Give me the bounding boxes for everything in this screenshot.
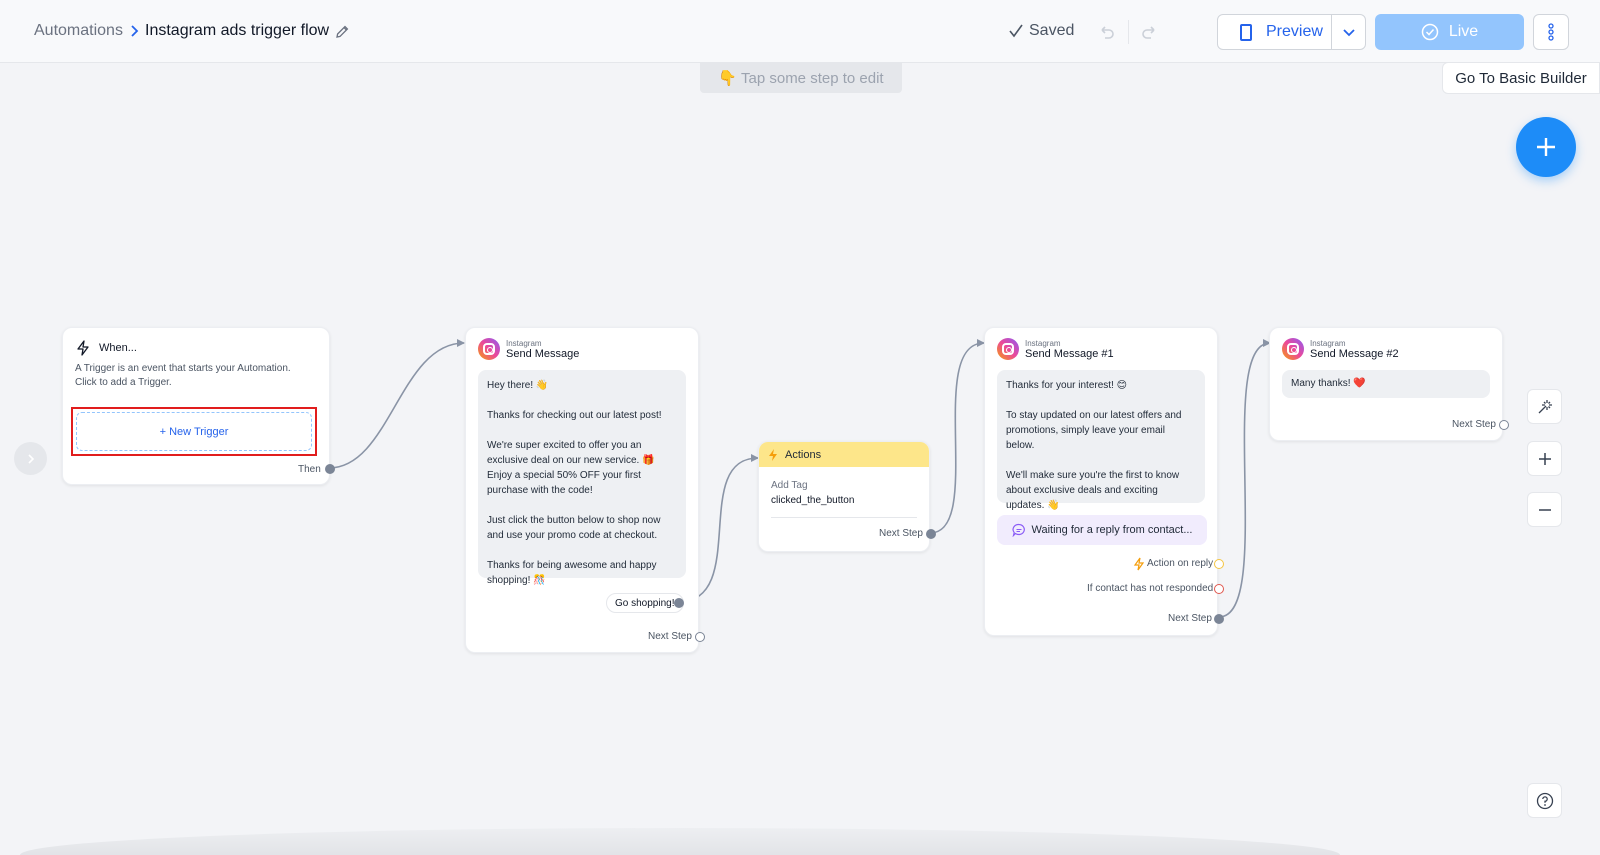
- action-value: clicked_the_button: [771, 495, 855, 506]
- actions-title: Actions: [785, 448, 822, 461]
- next-step-port[interactable]: [1499, 420, 1509, 430]
- lightning-icon: [77, 340, 89, 356]
- help-button[interactable]: [1527, 783, 1562, 818]
- action-on-reply-port[interactable]: [1214, 559, 1224, 569]
- chevron-right-icon: [27, 453, 34, 464]
- then-port[interactable]: [325, 464, 335, 474]
- divider: [771, 517, 917, 518]
- new-trigger-highlight: + New Trigger: [71, 407, 317, 456]
- more-options-button[interactable]: [1533, 14, 1569, 50]
- check-icon: [1009, 24, 1023, 38]
- preview-label: Preview: [1266, 23, 1323, 40]
- help-icon: [1536, 792, 1553, 809]
- next-step-label: Next Step: [879, 528, 923, 539]
- breadcrumb-automations[interactable]: Automations: [34, 22, 123, 40]
- actions-header: Actions: [759, 442, 929, 467]
- canvas-bottom-shade: [20, 828, 1340, 855]
- live-button[interactable]: Live: [1375, 14, 1524, 50]
- go-shopping-button[interactable]: Go shopping!: [606, 593, 684, 613]
- toolbar-divider: [1128, 20, 1129, 44]
- add-step-button[interactable]: [1516, 117, 1576, 177]
- live-label: Live: [1448, 23, 1479, 40]
- connection-actions-to-msg1: [929, 342, 985, 534]
- action-on-reply-label: Action on reply: [1147, 558, 1214, 569]
- action-type: Add Tag: [771, 480, 808, 491]
- preview-dropdown-button[interactable]: [1331, 15, 1366, 49]
- next-step-label: Next Step: [648, 631, 692, 642]
- go-to-basic-builder-button[interactable]: Go To Basic Builder: [1442, 62, 1600, 94]
- auto-arrange-button[interactable]: [1527, 389, 1562, 424]
- top-bar: Automations Instagram ads trigger flow S…: [0, 0, 1600, 63]
- sidebar-expand-button[interactable]: [14, 442, 47, 475]
- node-title: Send Message #2: [1310, 347, 1399, 360]
- channel-label: Instagram: [1025, 338, 1061, 348]
- minus-icon: [1538, 508, 1551, 511]
- new-trigger-button[interactable]: + New Trigger: [76, 412, 312, 451]
- undo-icon[interactable]: [1096, 22, 1116, 42]
- not-responded-port[interactable]: [1214, 584, 1224, 594]
- magic-wand-icon: [1538, 399, 1552, 413]
- flow-title: Instagram ads trigger flow: [145, 22, 330, 39]
- phone-icon: [1240, 23, 1252, 41]
- send-message-1-node[interactable]: Instagram Send Message #1 Thanks for you…: [984, 327, 1224, 636]
- preview-button[interactable]: Preview: [1218, 15, 1331, 49]
- pencil-icon[interactable]: [334, 24, 350, 40]
- next-step-label: Next Step: [1168, 613, 1212, 624]
- zoom-out-button[interactable]: [1527, 492, 1562, 527]
- message-bubble: Hey there! 👋 Thanks for checking out our…: [478, 370, 686, 586]
- message-bubble: Thanks for your interest! 😊 To stay upda…: [997, 370, 1205, 511]
- node-title: Send Message #1: [1025, 347, 1114, 360]
- plus-icon: [1537, 138, 1555, 156]
- kebab-menu-icon: [1548, 23, 1554, 41]
- redo-icon[interactable]: [1140, 22, 1160, 42]
- channel-label: Instagram: [506, 338, 542, 348]
- chat-bubble-icon: [1011, 523, 1025, 537]
- waiting-reply-indicator: Waiting for a reply from contact...: [997, 515, 1207, 545]
- trigger-node[interactable]: When... A Trigger is an event that start…: [62, 327, 335, 485]
- chevron-right-icon: [131, 25, 139, 37]
- preview-button-group: Preview: [1217, 14, 1366, 50]
- next-step-port[interactable]: [926, 529, 936, 539]
- lightning-icon: [769, 448, 777, 461]
- waiting-label: Waiting for a reply from contact...: [1031, 524, 1193, 536]
- trigger-description: A Trigger is an event that starts your A…: [75, 363, 291, 388]
- arrow-head: [457, 339, 465, 347]
- saved-status: Saved: [1029, 22, 1075, 39]
- zoom-in-button[interactable]: [1527, 441, 1562, 476]
- send-message-node[interactable]: Instagram Send Message Hey there! 👋 Than…: [465, 327, 705, 653]
- next-step-port[interactable]: [695, 632, 705, 642]
- button-port[interactable]: [674, 598, 684, 608]
- instagram-icon: [997, 338, 1019, 360]
- instagram-icon: [478, 338, 500, 360]
- node-title: Send Message: [506, 347, 580, 360]
- instagram-icon: [1282, 338, 1304, 360]
- connection-msg1-to-msg2: [1218, 342, 1271, 618]
- send-message-2-node[interactable]: Instagram Send Message #2 Many thanks! ❤…: [1269, 327, 1509, 441]
- connection-trigger-to-send: [328, 342, 465, 469]
- plus-icon: [1538, 452, 1551, 465]
- then-label: Then: [298, 464, 321, 475]
- not-responded-label: If contact has not responded: [1087, 583, 1214, 594]
- next-step-port[interactable]: [1214, 614, 1224, 624]
- channel-label: Instagram: [1310, 338, 1346, 348]
- chevron-down-icon: [1343, 29, 1355, 37]
- message-bubble: Many thanks! ❤️: [1282, 370, 1490, 398]
- next-step-label: Next Step: [1452, 419, 1496, 430]
- edit-hint: 👇 Tap some step to edit: [700, 63, 902, 93]
- actions-node[interactable]: Actions Add Tag clicked_the_button Next …: [758, 441, 936, 552]
- lightning-icon: [1133, 557, 1145, 571]
- check-circle-icon: [1421, 23, 1439, 41]
- trigger-title: When...: [99, 342, 137, 354]
